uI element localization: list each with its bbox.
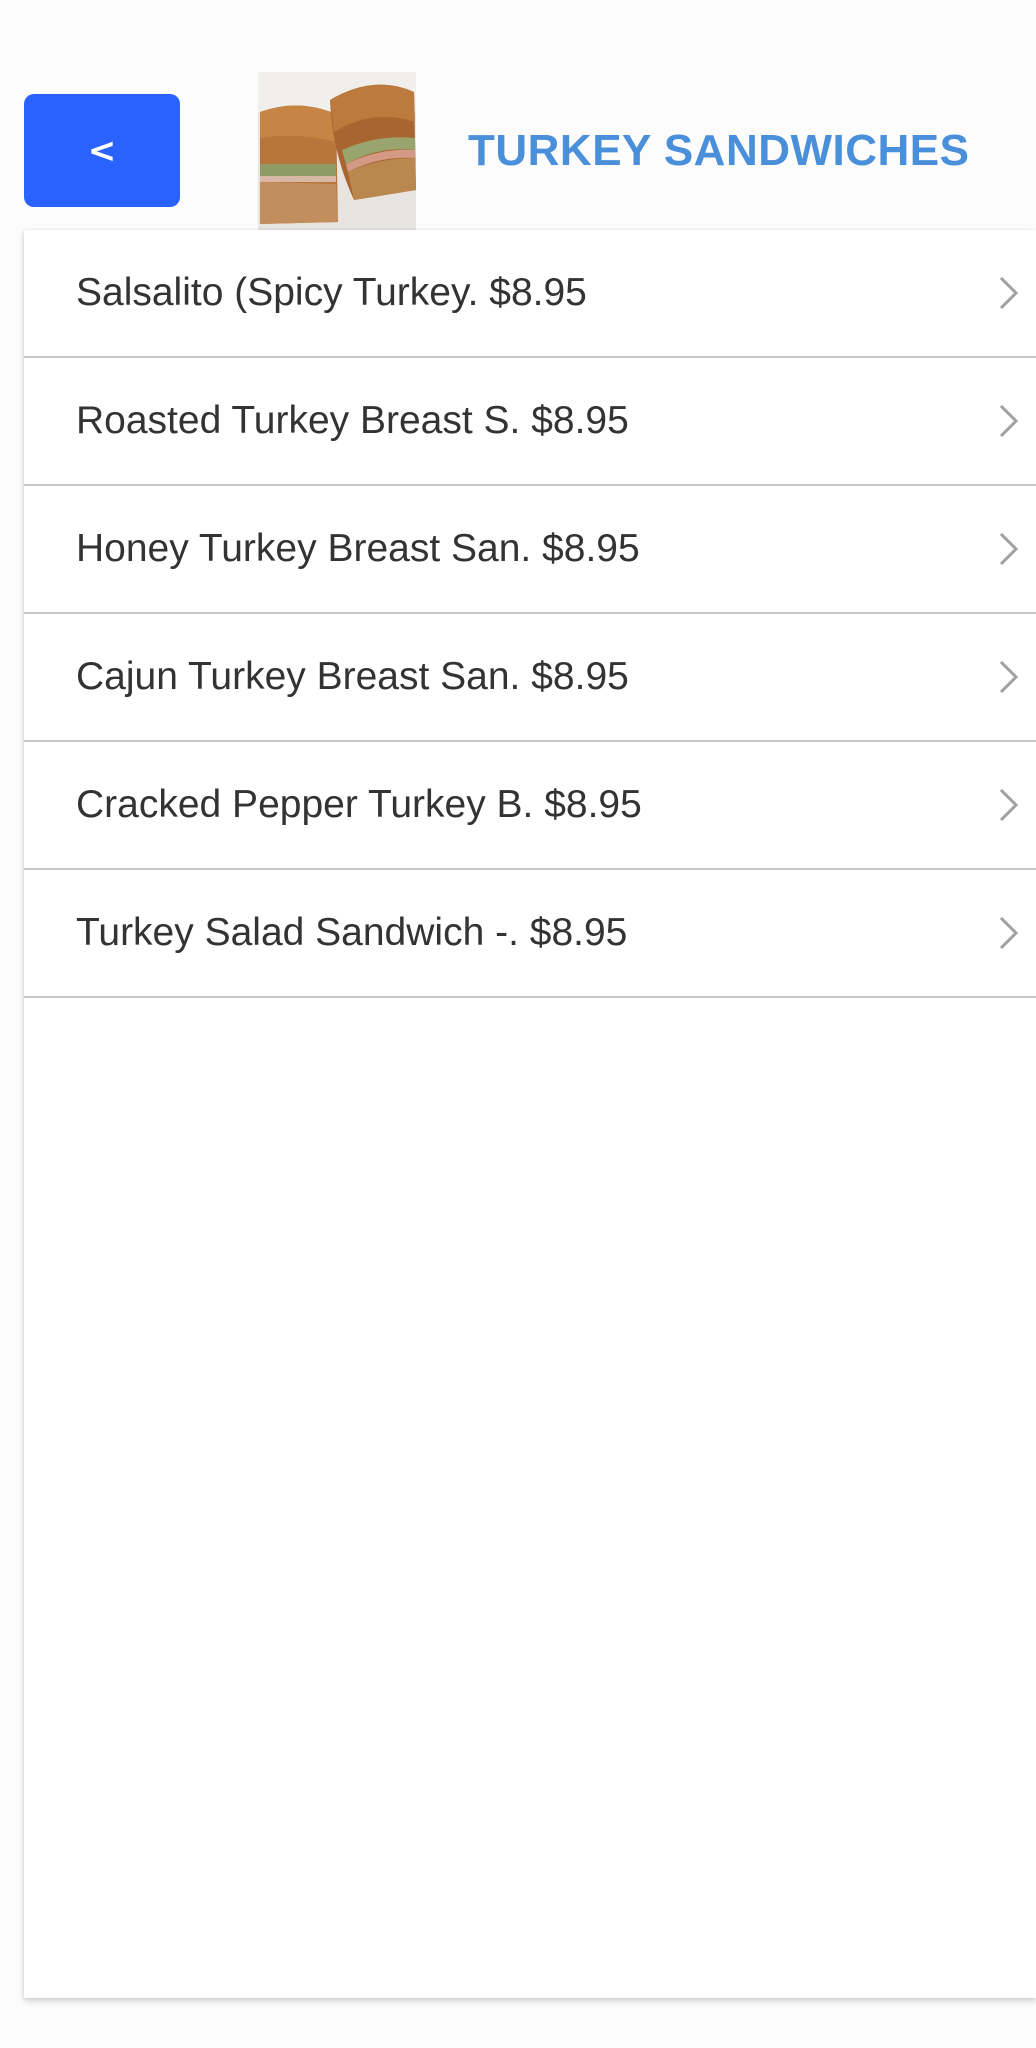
menu-item[interactable]: Cracked Pepper Turkey B. $8.95 bbox=[24, 742, 1036, 870]
chevron-right-icon bbox=[998, 787, 1020, 823]
chevron-right-icon bbox=[998, 275, 1020, 311]
chevron-right-icon bbox=[998, 915, 1020, 951]
back-button[interactable]: < bbox=[24, 94, 180, 207]
menu-item[interactable]: Honey Turkey Breast San. $8.95 bbox=[24, 486, 1036, 614]
menu-item-label: Turkey Salad Sandwich -. $8.95 bbox=[76, 911, 628, 954]
category-thumbnail bbox=[258, 72, 416, 230]
menu-item-label: Honey Turkey Breast San. $8.95 bbox=[76, 527, 640, 570]
menu-card: Salsalito (Spicy Turkey. $8.95 Roasted T… bbox=[24, 230, 1036, 1998]
chevron-right-icon bbox=[998, 659, 1020, 695]
menu-item[interactable]: Salsalito (Spicy Turkey. $8.95 bbox=[24, 230, 1036, 358]
header: < TURKEY SANDWICHES bbox=[0, 0, 1036, 230]
screen: < TURKEY SANDWICHES Salsalito (Spicy Tur… bbox=[0, 0, 1036, 2048]
chevron-right-icon bbox=[998, 531, 1020, 567]
chevron-right-icon bbox=[998, 403, 1020, 439]
menu-list: Salsalito (Spicy Turkey. $8.95 Roasted T… bbox=[24, 230, 1036, 998]
menu-item[interactable]: Turkey Salad Sandwich -. $8.95 bbox=[24, 870, 1036, 998]
menu-item-label: Cajun Turkey Breast San. $8.95 bbox=[76, 655, 629, 698]
page-title: TURKEY SANDWICHES bbox=[468, 126, 970, 175]
menu-item-label: Cracked Pepper Turkey B. $8.95 bbox=[76, 783, 642, 826]
menu-item[interactable]: Roasted Turkey Breast S. $8.95 bbox=[24, 358, 1036, 486]
sandwich-image bbox=[258, 72, 416, 230]
menu-item-label: Roasted Turkey Breast S. $8.95 bbox=[76, 399, 629, 442]
menu-item-label: Salsalito (Spicy Turkey. $8.95 bbox=[76, 271, 587, 314]
menu-item[interactable]: Cajun Turkey Breast San. $8.95 bbox=[24, 614, 1036, 742]
